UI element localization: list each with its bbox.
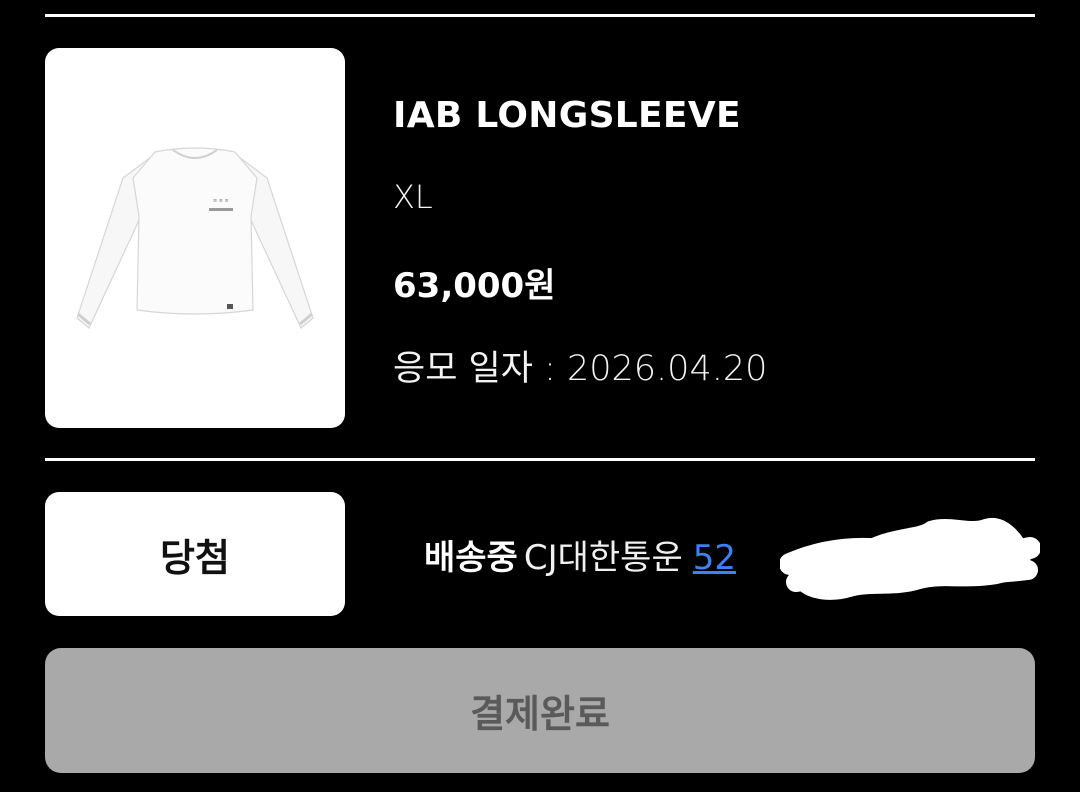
win-status-badge: 당첨 xyxy=(45,492,345,616)
entry-date-separator: : xyxy=(532,349,567,389)
product-image[interactable]: ≡ ≡ ≡ xyxy=(45,48,345,428)
redaction-scribble xyxy=(780,518,1040,600)
product-name: IAB LONGSLEEVE xyxy=(393,95,741,136)
entry-date-value: 2026.04.20 xyxy=(566,349,768,389)
shipping-info: 배송중 CJ대한통운 52 xyxy=(424,530,736,579)
shipping-status: 배송중 xyxy=(424,538,518,578)
shipping-carrier: CJ대한통운 xyxy=(523,538,683,578)
longsleeve-tshirt-illustration: ≡ ≡ ≡ xyxy=(76,147,314,329)
svg-text:≡ ≡ ≡: ≡ ≡ ≡ xyxy=(213,198,229,204)
tracking-number-link[interactable]: 52 xyxy=(693,538,736,578)
product-size: XL xyxy=(393,178,433,216)
top-divider xyxy=(45,14,1035,17)
entry-date-label: 응모 일자 xyxy=(393,349,533,389)
product-price: 63,000원 xyxy=(393,266,556,306)
entry-date-row: 응모 일자 : 2026.04.20 xyxy=(393,340,767,391)
payment-complete-button[interactable]: 결제완료 xyxy=(45,648,1035,773)
middle-divider xyxy=(45,458,1035,461)
